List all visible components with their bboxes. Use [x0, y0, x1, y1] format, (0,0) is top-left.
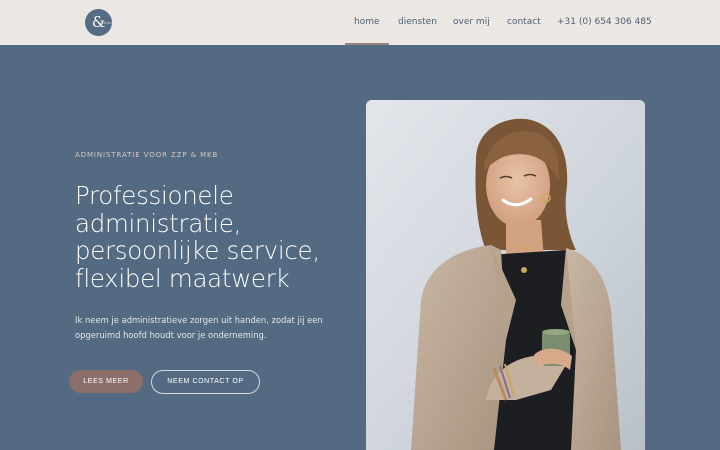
- lees-meer-button[interactable]: LEES MEER: [69, 370, 143, 393]
- headline-line: administratie,: [75, 208, 242, 238]
- site-header: & CONSULTING home diensten over mij cont…: [0, 0, 720, 45]
- nav-item-diensten[interactable]: diensten: [398, 0, 437, 45]
- nav-item-home[interactable]: home: [354, 0, 380, 45]
- nav-item-contact[interactable]: contact: [507, 0, 541, 45]
- logo[interactable]: & CONSULTING: [85, 9, 124, 36]
- portrait-illustration: [366, 100, 645, 450]
- active-nav-indicator: [345, 43, 389, 45]
- hero-eyebrow: ADMINISTRATIE VOOR ZZP & MKB: [75, 151, 219, 159]
- nav-item-over-mij[interactable]: over mij: [453, 0, 490, 45]
- logo-small-text: CONSULTING: [100, 21, 124, 25]
- portrait-photo: [366, 100, 645, 450]
- headline-line: persoonlijke service,: [75, 236, 320, 265]
- contact-button[interactable]: NEEM CONTACT OP: [151, 370, 260, 394]
- nav-phone-link[interactable]: +31 (0) 654 306 485: [557, 0, 652, 45]
- headline-line: Professionele: [75, 181, 234, 210]
- hero-headline: Professionele administratie, persoonlijk…: [75, 182, 365, 292]
- headline-line: flexibel maatwerk: [75, 263, 290, 293]
- hero-intro: Ik neem je administratieve zorgen uit ha…: [75, 315, 323, 340]
